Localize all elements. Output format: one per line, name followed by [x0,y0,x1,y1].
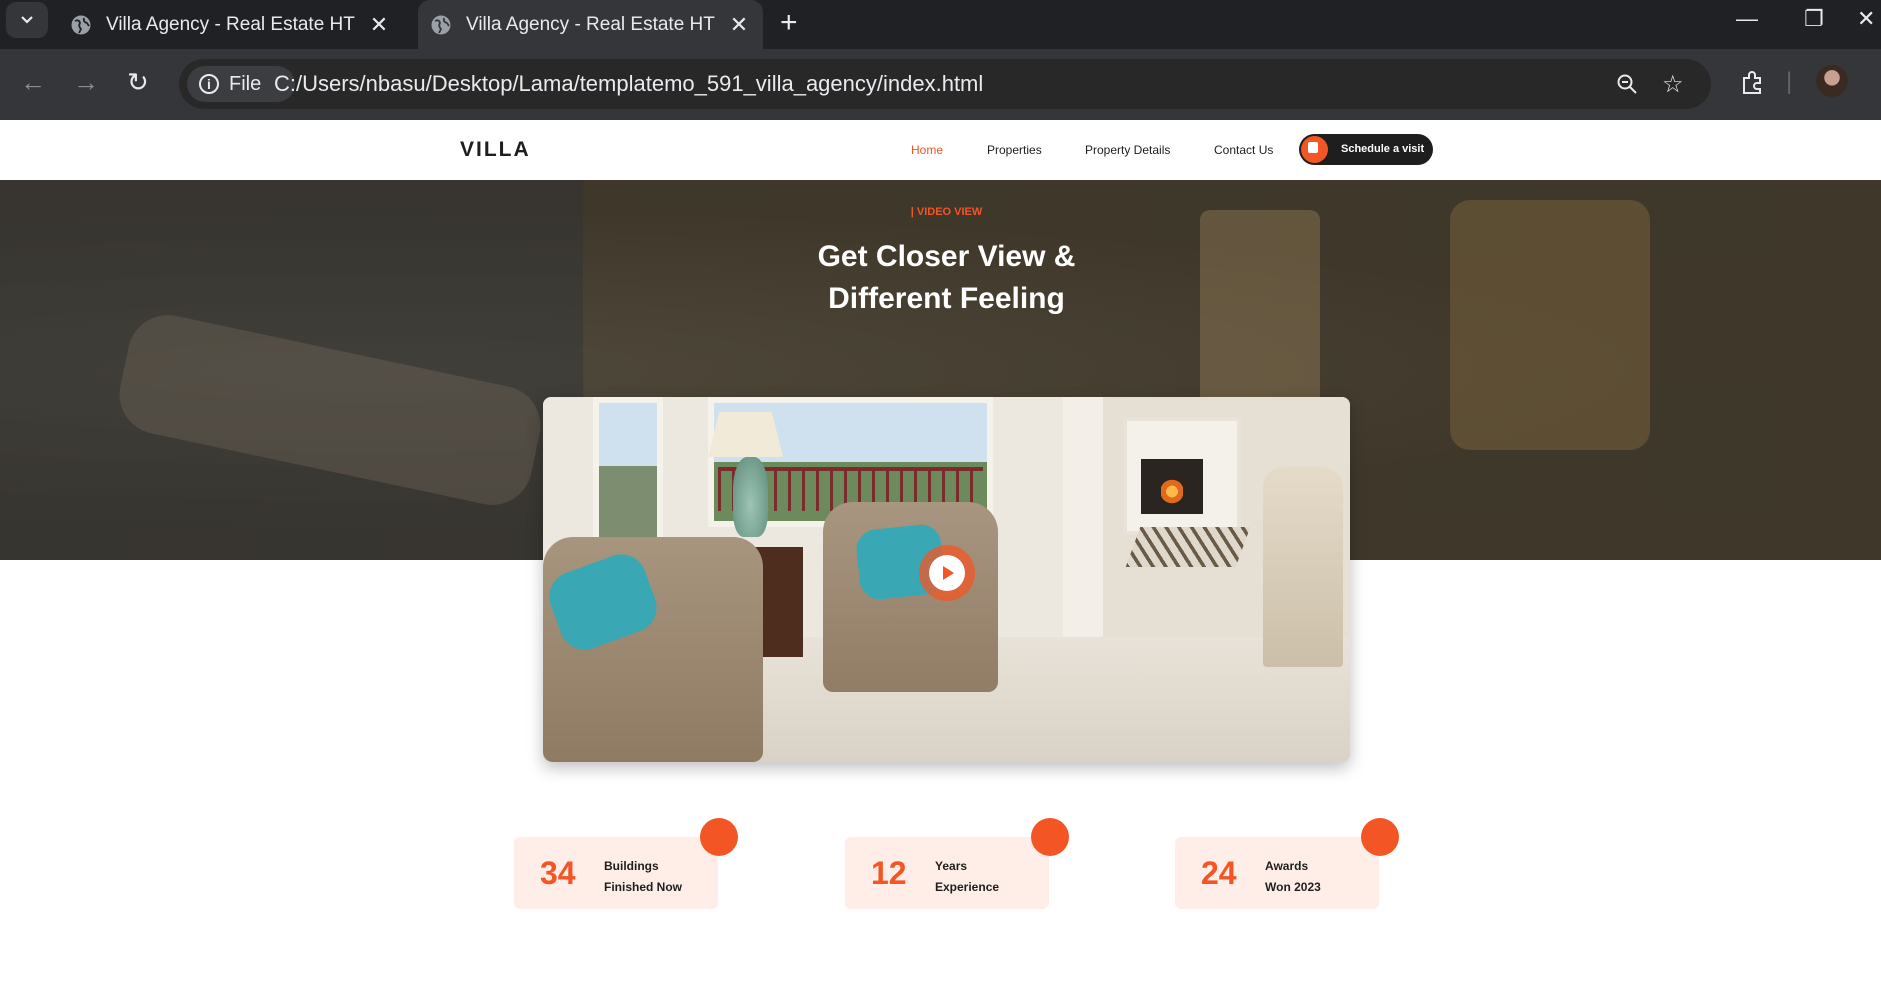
chip-label: File [229,72,262,95]
video-flame [1161,479,1183,504]
counter-label-line-2: Won 2023 [1265,880,1321,894]
counter-accent-dot [1031,818,1069,856]
close-tab-icon[interactable]: ✕ [728,12,750,38]
chevron-down-icon [21,16,33,24]
tab-title: Villa Agency - Real Estate HTML Template [106,13,356,35]
browser-toolbar: ← → ↻ i File C:/Users/nbasu/Desktop/Lama… [0,49,1881,120]
close-tab-icon[interactable]: ✕ [368,12,390,38]
counter-accent-dot [1361,818,1399,856]
counter-label-line-1: Awards [1265,859,1309,873]
counter-label-line-1: Buildings [604,859,659,873]
video-dining-chair [1263,467,1343,667]
nav-home[interactable]: Home [911,143,943,157]
schedule-visit-label: Schedule a visit [1341,143,1425,155]
globe-icon [431,15,451,34]
browser-tab-bar: Villa Agency - Real Estate HTML Template… [0,0,1881,49]
counter-label-line-1: Years [935,859,968,873]
play-icon[interactable] [929,555,965,591]
new-tab-button[interactable]: + [780,6,798,40]
counter-buildings: 34 Buildings Finished Now [514,818,738,909]
info-icon: i [199,74,219,94]
profile-avatar[interactable] [1816,65,1848,97]
toolbar-divider: | [1786,68,1793,95]
web-page: VILLA Home Properties Property Details C… [0,120,1881,993]
section-headline: Get Closer View & Different Feeling [0,236,1881,320]
zoom-icon[interactable] [1615,72,1639,96]
counter-label-line-2: Experience [935,880,1000,894]
site-logo[interactable]: VILLA [460,138,531,162]
counter-label-line-2: Finished Now [604,880,682,894]
bookmark-star-icon[interactable]: ☆ [1662,70,1684,99]
counter-number: 24 [1201,855,1237,891]
video-lamp-shade [708,412,783,457]
back-icon[interactable]: ← [20,67,46,98]
counter-label: Buildings Finished Now [604,856,682,898]
nav-properties[interactable]: Properties [987,143,1042,157]
counter-accent-dot [700,818,738,856]
nav-property-details[interactable]: Property Details [1085,143,1170,157]
tab-title: Villa Agency - Real Estate HTML Template [466,13,716,35]
minimize-icon[interactable]: — [1736,6,1758,32]
address-bar[interactable]: i File C:/Users/nbasu/Desktop/Lama/templ… [179,59,1711,109]
video-thumbnail[interactable] [543,397,1350,762]
restore-icon[interactable]: ❐ [1804,6,1824,32]
reload-icon[interactable]: ↻ [127,67,149,98]
browser-tab[interactable]: Villa Agency - Real Estate HTML Template… [70,0,400,49]
video-rug [1125,527,1251,567]
nav-contact-us[interactable]: Contact Us [1214,143,1273,157]
headline-line-1: Get Closer View & [817,240,1076,273]
browser-tab-active[interactable]: Villa Agency - Real Estate HTML Template… [418,0,763,49]
headline-line-2: Different Feeling [828,282,1065,315]
section-eyebrow: | VIDEO VIEW [910,206,983,218]
counter-awards: 24 Awards Won 2023 [1175,818,1399,909]
calendar-icon [1308,142,1318,153]
counter-years: 12 Years Experience [845,818,1069,909]
schedule-visit-button[interactable]: Schedule a visit [1299,134,1433,165]
extensions-icon[interactable] [1740,70,1766,96]
site-header: VILLA Home Properties Property Details C… [0,120,1881,180]
url-text[interactable]: C:/Users/nbasu/Desktop/Lama/templatemo_5… [274,71,983,97]
tab-search-button[interactable] [6,2,48,38]
close-window-icon[interactable]: ✕ [1857,6,1875,32]
counter-number: 34 [540,855,576,891]
video-column [1063,397,1103,647]
counter-number: 12 [871,855,907,891]
forward-icon[interactable]: → [73,67,99,98]
video-vase [733,457,768,537]
counter-label: Awards Won 2023 [1265,856,1321,898]
globe-icon [71,15,91,34]
counter-label: Years Experience [935,856,999,898]
